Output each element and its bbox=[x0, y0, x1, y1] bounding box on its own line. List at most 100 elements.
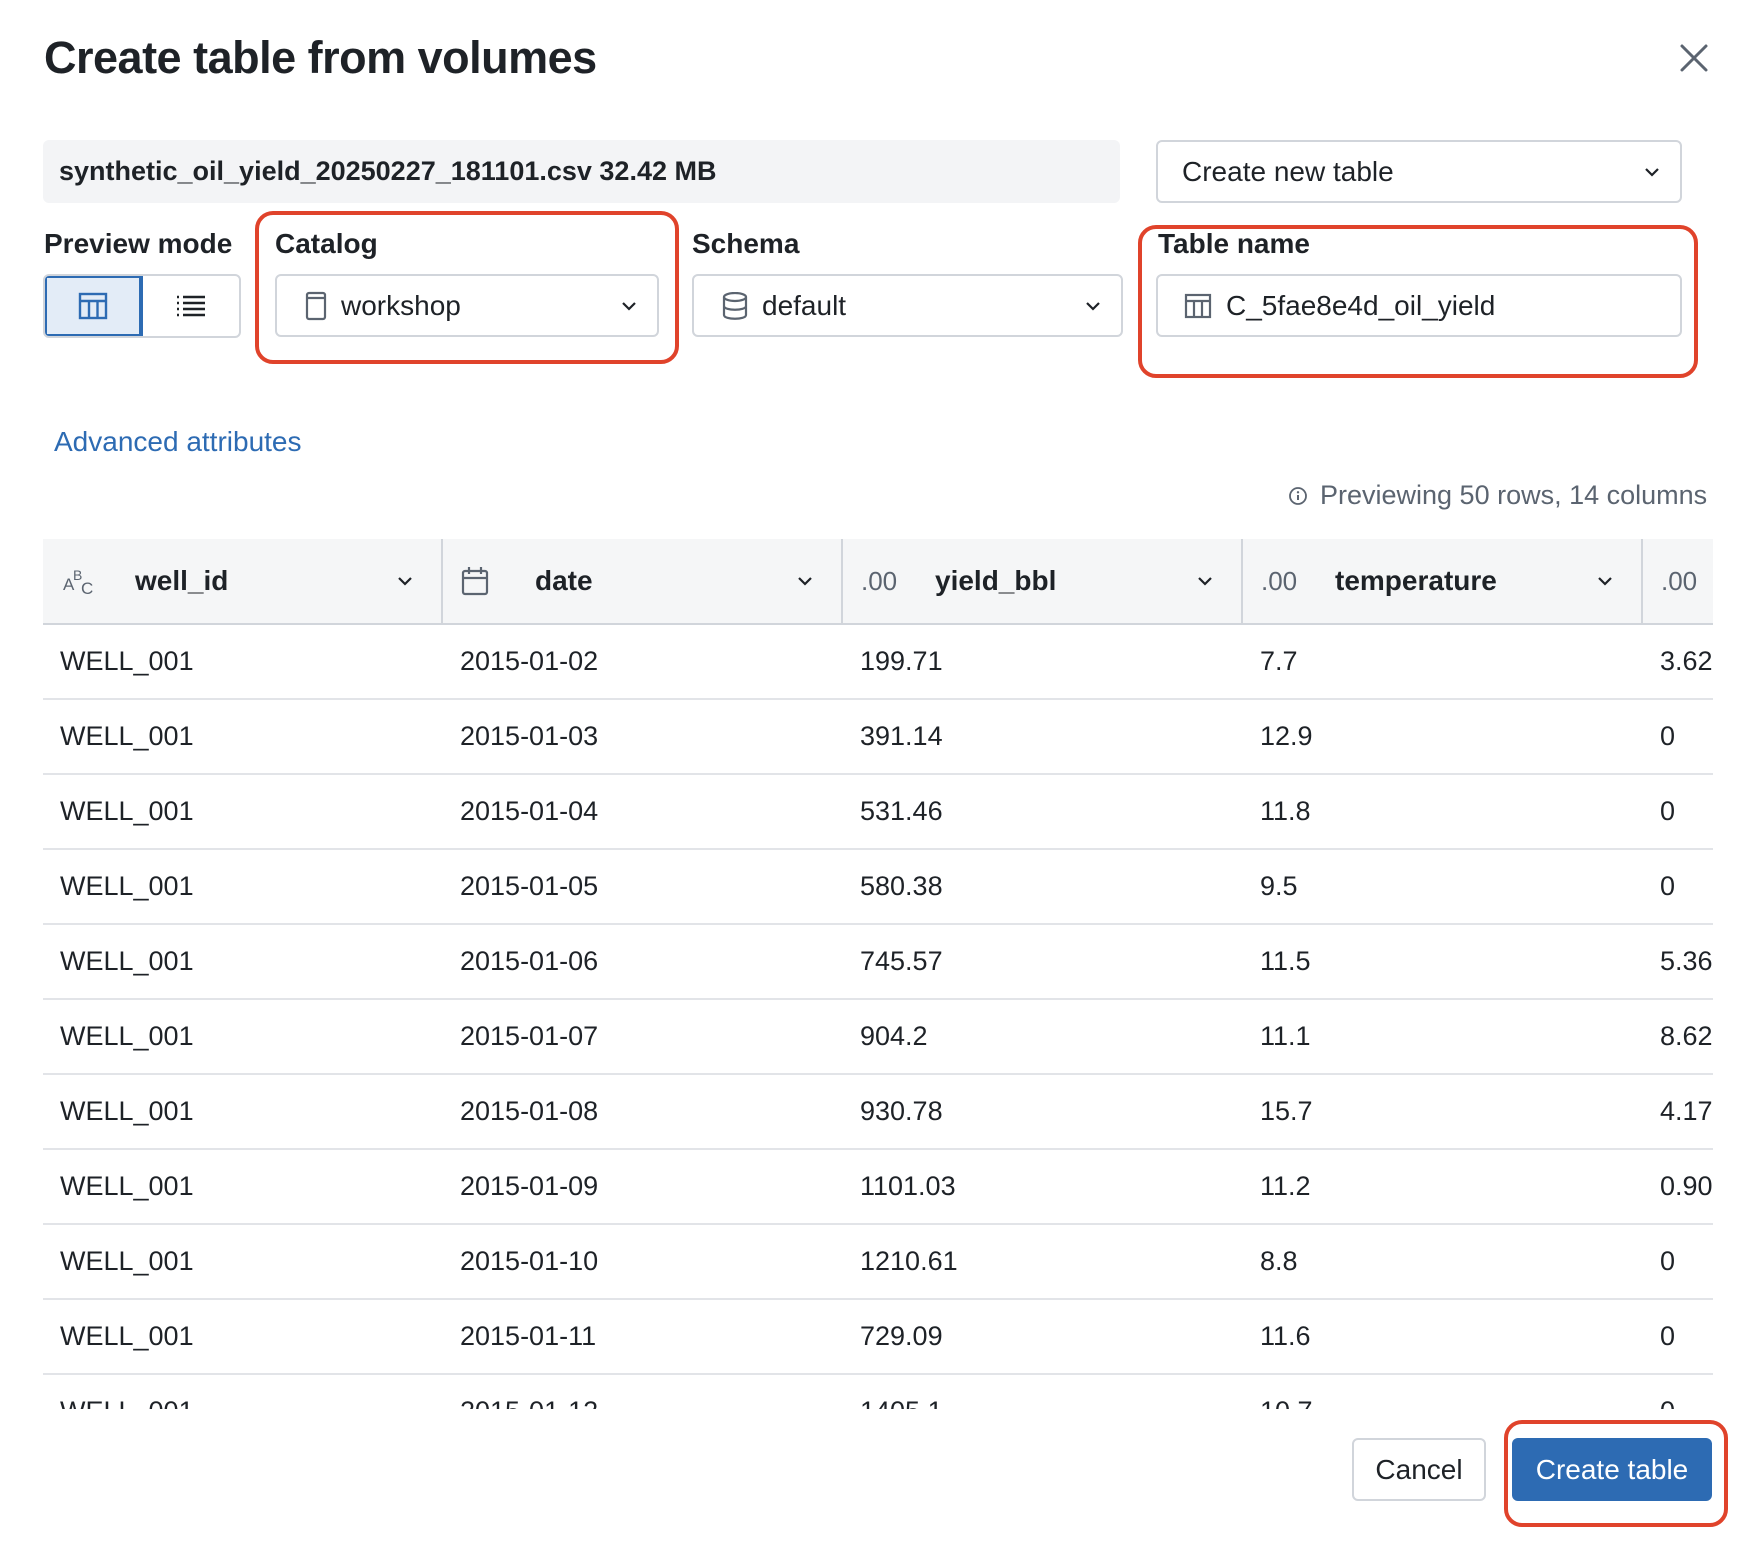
table-cell: WELL_001 bbox=[43, 1074, 443, 1150]
catalog-highlight-box bbox=[255, 211, 679, 364]
column-name: yield_bbl bbox=[935, 565, 1057, 596]
column-name: well_id bbox=[135, 565, 229, 596]
table-cell: 2015-01-11 bbox=[443, 1299, 843, 1375]
table-cell: WELL_001 bbox=[43, 924, 443, 1000]
table-cell: WELL_001 bbox=[43, 849, 443, 925]
table-header-row: ABC well_id date .00 yield_bbl .00 tempe… bbox=[43, 539, 1713, 625]
column-header-temperature: .00 temperature bbox=[1243, 539, 1643, 625]
table-cell: 11.8 bbox=[1243, 774, 1643, 850]
table-name-highlight-box bbox=[1138, 225, 1698, 378]
data-table: ABC well_id date .00 yield_bbl .00 tempe… bbox=[43, 539, 1713, 1409]
table-cell: 2015-01-08 bbox=[443, 1074, 843, 1150]
table-cell: 11.5 bbox=[1243, 924, 1643, 1000]
preview-mode-label: Preview mode bbox=[44, 228, 233, 259]
decimal-type-icon: .00 bbox=[1661, 565, 1698, 596]
table-row: WELL_001 2015-01-03 391.14 12.9 0 bbox=[43, 699, 1713, 775]
cancel-button[interactable]: Cancel bbox=[1352, 1438, 1486, 1501]
table-cell: 2015-01-05 bbox=[443, 849, 843, 925]
table-cell: 1101.03 bbox=[843, 1149, 1243, 1225]
table-cell: 580.38 bbox=[843, 849, 1243, 925]
table-cell: WELL_001 bbox=[43, 1224, 443, 1300]
chevron-down-icon[interactable] bbox=[1197, 575, 1213, 587]
table-cell: 930.78 bbox=[843, 1074, 1243, 1150]
table-cell: 729.09 bbox=[843, 1299, 1243, 1375]
table-cell: 3.62 bbox=[1643, 624, 1713, 700]
decimal-type-icon: .00 bbox=[861, 565, 898, 596]
decimal-type-icon: .00 bbox=[1261, 565, 1298, 596]
table-cell: 8.8 bbox=[1243, 1224, 1643, 1300]
table-cell: 2015-01-10 bbox=[443, 1224, 843, 1300]
table-cell: 0 bbox=[1643, 1374, 1713, 1409]
string-type-icon: ABC bbox=[43, 566, 115, 596]
table-row: WELL_001 2015-01-06 745.57 11.5 5.36 bbox=[43, 924, 1713, 1000]
table-cell: 11.1 bbox=[1243, 999, 1643, 1075]
chevron-down-icon[interactable] bbox=[397, 575, 413, 587]
preview-mode-toggle bbox=[43, 274, 241, 338]
table-mode-select[interactable]: Create new table bbox=[1156, 140, 1682, 203]
table-cell: 10.7 bbox=[1243, 1374, 1643, 1409]
table-cell: 11.2 bbox=[1243, 1149, 1643, 1225]
info-icon bbox=[1289, 486, 1307, 505]
schema-label: Schema bbox=[692, 228, 800, 259]
table-cell: 12.9 bbox=[1243, 699, 1643, 775]
table-cell: WELL_001 bbox=[43, 624, 443, 700]
calendar-icon bbox=[443, 566, 515, 596]
table-row: WELL_001 2015-01-09 1101.03 11.2 0.90 bbox=[43, 1149, 1713, 1225]
preview-mode-list-button[interactable] bbox=[143, 276, 239, 336]
table-cell: 0 bbox=[1643, 1299, 1713, 1375]
table-cell: WELL_001 bbox=[43, 699, 443, 775]
table-row: WELL_001 2015-01-04 531.46 11.8 0 bbox=[43, 774, 1713, 850]
table-cell: 2015-01-03 bbox=[443, 699, 843, 775]
file-info-bar: synthetic_oil_yield_20250227_181101.csv … bbox=[43, 140, 1120, 203]
list-icon bbox=[177, 295, 205, 317]
table-cell: 11.6 bbox=[1243, 1299, 1643, 1375]
table-grid-icon bbox=[78, 292, 108, 320]
schema-select[interactable]: default bbox=[692, 274, 1123, 337]
preview-info: Previewing 50 rows, 14 columns bbox=[1288, 480, 1707, 511]
table-cell: 904.2 bbox=[843, 999, 1243, 1075]
table-cell: 9.5 bbox=[1243, 849, 1643, 925]
table-cell: 5.36 bbox=[1643, 924, 1713, 1000]
table-cell: WELL_001 bbox=[43, 1299, 443, 1375]
chevron-down-icon[interactable] bbox=[797, 575, 813, 587]
table-cell: 1405.1 bbox=[843, 1374, 1243, 1409]
table-cell: 8.62 bbox=[1643, 999, 1713, 1075]
chevron-down-icon[interactable] bbox=[1597, 575, 1613, 587]
table-row: WELL_001 2015-01-02 199.71 7.7 3.62 bbox=[43, 624, 1713, 700]
table-cell: 0.90 bbox=[1643, 1149, 1713, 1225]
table-cell: 0 bbox=[1643, 849, 1713, 925]
table-cell: 2015-01-07 bbox=[443, 999, 843, 1075]
table-cell: 2015-01-12 bbox=[443, 1374, 843, 1409]
table-cell: 2015-01-02 bbox=[443, 624, 843, 700]
table-cell: 7.7 bbox=[1243, 624, 1643, 700]
table-row: WELL_001 2015-01-07 904.2 11.1 8.62 bbox=[43, 999, 1713, 1075]
table-cell: 0 bbox=[1643, 699, 1713, 775]
table-cell: 391.14 bbox=[843, 699, 1243, 775]
column-header-date: date bbox=[443, 539, 843, 625]
table-cell: WELL_001 bbox=[43, 1149, 443, 1225]
preview-info-text: Previewing 50 rows, 14 columns bbox=[1320, 480, 1708, 510]
svg-text:C: C bbox=[81, 579, 93, 596]
preview-table: ABC well_id date .00 yield_bbl .00 tempe… bbox=[43, 539, 1713, 1409]
table-row: WELL_001 2015-01-11 729.09 11.6 0 bbox=[43, 1299, 1713, 1375]
table-cell: 1210.61 bbox=[843, 1224, 1243, 1300]
close-icon[interactable] bbox=[1674, 38, 1714, 78]
table-cell: 15.7 bbox=[1243, 1074, 1643, 1150]
file-label: synthetic_oil_yield_20250227_181101.csv … bbox=[59, 156, 717, 186]
preview-mode-table-button[interactable] bbox=[45, 276, 143, 336]
column-name: date bbox=[535, 565, 593, 596]
table-cell: 745.57 bbox=[843, 924, 1243, 1000]
table-cell: WELL_001 bbox=[43, 1374, 443, 1409]
advanced-attributes-link[interactable]: Advanced attributes bbox=[54, 426, 302, 458]
table-row: WELL_0012015-01-121405.110.70 bbox=[43, 1374, 1713, 1409]
table-cell: 4.17 bbox=[1643, 1074, 1713, 1150]
dialog-title: Create table from volumes bbox=[44, 32, 597, 83]
chevron-down-icon bbox=[1086, 301, 1100, 311]
column-header-yield-bbl: .00 yield_bbl bbox=[843, 539, 1243, 625]
table-cell: 2015-01-04 bbox=[443, 774, 843, 850]
table-cell: WELL_001 bbox=[43, 774, 443, 850]
column-name: temperature bbox=[1335, 565, 1497, 596]
table-cell: 0 bbox=[1643, 1224, 1713, 1300]
table-cell: 2015-01-09 bbox=[443, 1149, 843, 1225]
column-header-well-id: ABC well_id bbox=[43, 539, 443, 625]
